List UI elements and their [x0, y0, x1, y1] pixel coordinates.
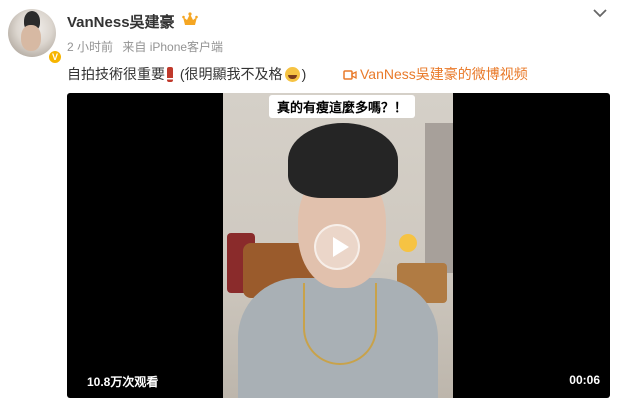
avatar-face: [21, 25, 41, 51]
frame-necklace: [303, 283, 377, 365]
video-duration: 00:06: [569, 373, 600, 387]
video-caption: 真的有瘦這麼多嗎？！: [269, 95, 416, 118]
view-count: 10.8万次观看: [87, 375, 159, 389]
verified-badge-icon: V: [47, 49, 63, 65]
post-text-part3: ): [301, 66, 307, 82]
laughing-emoji-icon: [284, 66, 300, 82]
crown-icon: [182, 12, 198, 25]
author-name[interactable]: VanNess吳建豪: [67, 11, 175, 32]
post-text-part1: 自拍技術很重要: [67, 66, 165, 82]
chevron-down-icon[interactable]: [592, 6, 608, 20]
video-link[interactable]: VanNess吳建豪的微博视频: [343, 64, 528, 84]
author-avatar[interactable]: V: [8, 9, 63, 65]
frame-person-hair: [288, 123, 398, 198]
video-player[interactable]: 真的有瘦這麼多嗎？！ 10.8万次观看 00:06: [67, 93, 610, 398]
thinking-emoji-sticker-icon: [399, 234, 417, 252]
exclamation-emoji-icon: [167, 66, 173, 82]
play-button[interactable]: [314, 224, 360, 270]
post-text: 自拍技術很重要 (很明顯我不及格): [67, 64, 306, 84]
post-source: 来自 iPhone客户端: [122, 40, 224, 54]
post-meta: 2 小时前 来自 iPhone客户端: [67, 38, 229, 55]
video-camera-icon: [343, 70, 357, 80]
post-time[interactable]: 2 小时前: [67, 40, 113, 54]
video-link-label: VanNess吳建豪的微博视频: [360, 66, 528, 82]
frame-doorway: [425, 123, 453, 273]
post-text-part2: (很明顯我不及格: [179, 66, 283, 82]
